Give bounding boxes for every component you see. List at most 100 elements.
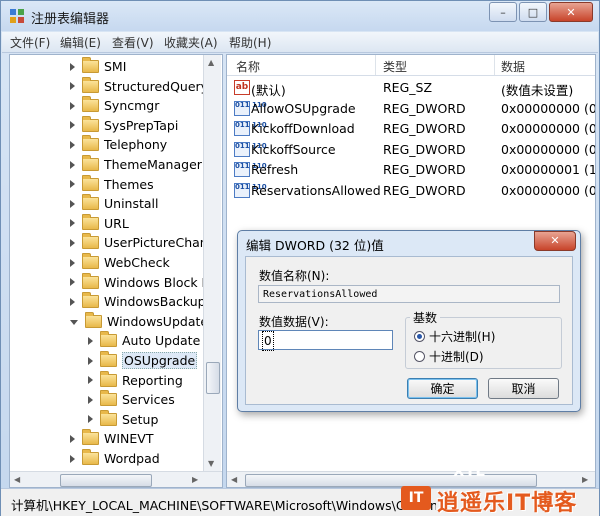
value-row[interactable]: 011 110 AllowOSUpgrade REG_DWORD 0x00000000… — [227, 98, 595, 118]
tree-item-label: URL — [104, 215, 129, 231]
expand-arrow-icon[interactable] — [70, 62, 75, 71]
dword-value-icon: 011 110 — [234, 141, 267, 157]
expand-arrow-icon[interactable] — [70, 101, 75, 110]
dword-value-icon: 011 110 — [234, 183, 267, 198]
value-name: KickoffSource — [251, 141, 336, 157]
tree-item[interactable]: UserPictureChang — [70, 233, 216, 252]
value-data-input[interactable]: 0 — [258, 330, 393, 351]
value-row[interactable]: 011 110 ReservationsAllowed REG_DWORD 0x000… — [227, 180, 595, 200]
scroll-left-icon[interactable]: ◀ — [14, 475, 20, 484]
tree-item[interactable]: Services — [88, 390, 175, 409]
tree-item[interactable]: Telephony — [70, 135, 167, 154]
expand-arrow-icon[interactable] — [70, 121, 75, 130]
tree-item[interactable]: Wordpad — [70, 449, 160, 468]
expand-arrow-icon[interactable] — [88, 415, 93, 424]
scroll-down-icon[interactable]: ▼ — [208, 459, 214, 468]
tree-item-label: Setup — [122, 411, 159, 427]
expand-arrow-icon[interactable] — [70, 297, 75, 306]
folder-icon — [82, 135, 99, 152]
decimal-radio-label: 十进制(D) — [429, 350, 484, 364]
expand-arrow-icon[interactable] — [70, 238, 75, 247]
menu-edit[interactable]: 编辑(E) — [60, 34, 101, 51]
tree-item[interactable]: SMI — [70, 57, 126, 76]
tree-item-label: Windows Block Le — [104, 274, 216, 290]
expand-arrow-icon[interactable] — [70, 82, 75, 91]
expand-arrow-icon[interactable] — [70, 140, 75, 149]
tree-item[interactable]: OSUpgrade — [88, 351, 198, 370]
scroll-left-icon[interactable]: ◀ — [231, 475, 237, 484]
tree-item[interactable]: URL — [70, 213, 129, 233]
dword-value-icon: 011 110 — [234, 121, 267, 137]
expand-arrow-icon[interactable] — [70, 454, 75, 463]
tree-item-label: Telephony — [104, 137, 168, 153]
decimal-radio[interactable]: 十进制(D) — [414, 348, 484, 365]
tree-horizontal-scrollbar[interactable]: ◀ ▶ — [10, 471, 222, 487]
expand-arrow-icon[interactable] — [70, 258, 75, 267]
watermark-text: 逍遥乐IT博客 — [437, 491, 578, 516]
hex-radio[interactable]: 十六进制(H) — [414, 328, 495, 345]
column-name-header[interactable]: 名称 — [236, 58, 260, 75]
expand-arrow-icon[interactable] — [70, 160, 75, 169]
key-tree-pane[interactable]: SMI StructuredQuery Syncmgr SysPrepTapi Tele… — [9, 54, 223, 488]
scroll-up-icon[interactable]: ▲ — [208, 58, 214, 67]
column-data-header[interactable]: 数据 — [501, 58, 525, 75]
dialog-close-button[interactable]: ✕ — [534, 231, 576, 251]
scroll-right-icon[interactable]: ▶ — [192, 475, 198, 484]
menu-favorites[interactable]: 收藏夹(A) — [164, 34, 218, 51]
cancel-button[interactable]: 取消 — [488, 378, 559, 399]
menu-file[interactable]: 文件(F) — [10, 34, 50, 51]
tree-item[interactable]: WebCheck — [70, 253, 170, 272]
radio-checked-icon — [414, 331, 425, 342]
tree-item[interactable]: ThemeManager — [70, 155, 202, 174]
value-row[interactable]: 011 110 KickoffSource REG_DWORD 0x00000000 … — [227, 139, 595, 159]
folder-icon — [82, 272, 99, 289]
column-type-header[interactable]: 类型 — [383, 58, 407, 75]
maximize-button[interactable]: □ — [519, 2, 547, 22]
tree-item[interactable]: SysPrepTapi — [70, 115, 179, 135]
tree-hscroll-thumb[interactable] — [60, 474, 152, 487]
menu-help[interactable]: 帮助(H) — [229, 34, 271, 51]
base-group: 基数 十六进制(H) 十进制(D) — [405, 309, 562, 369]
tree-item-label: ThemeManager — [104, 157, 202, 172]
value-type: REG_DWORD — [383, 162, 466, 178]
tree-item[interactable]: Syncmgr — [70, 96, 159, 115]
value-name: Refresh — [251, 162, 299, 178]
close-button[interactable]: ✕ — [549, 2, 593, 22]
value-data: 0x00000000 (0) — [501, 121, 596, 137]
tree-item-label: WebCheck — [104, 255, 170, 270]
tree-item[interactable]: WindowsUpdate — [70, 311, 208, 331]
expand-arrow-icon[interactable] — [70, 199, 75, 208]
expand-arrow-icon[interactable] — [88, 395, 93, 404]
tree-item[interactable]: WindowsBackup — [70, 292, 206, 311]
tree-item[interactable]: Windows Block Le — [70, 272, 216, 292]
menu-view[interactable]: 查看(V) — [112, 34, 154, 51]
tree-item-label: SysPrepTapi — [104, 117, 179, 133]
minimize-button[interactable]: – — [489, 2, 517, 22]
tree-item[interactable]: Uninstall — [70, 194, 159, 213]
expand-arrow-icon[interactable] — [70, 219, 75, 228]
expand-arrow-icon[interactable] — [88, 376, 93, 385]
expand-arrow-icon[interactable] — [70, 278, 75, 287]
value-data: (数值未设置) — [501, 83, 574, 98]
tree-item[interactable]: WINEVT — [70, 429, 153, 448]
expand-arrow-icon[interactable] — [88, 336, 93, 345]
tree-item[interactable]: Themes — [70, 174, 154, 194]
tree-item[interactable]: StructuredQuery — [70, 76, 208, 96]
menu-bar: 文件(F) 编辑(E) 查看(V) 收藏夹(A) 帮助(H) — [2, 32, 598, 53]
dialog-body: 数值名称(N): ReservationsAllowed 数值数据(V): 0 … — [245, 256, 573, 405]
value-row[interactable]: ab (默认) REG_SZ (数值未设置) — [227, 77, 595, 98]
expand-arrow-icon[interactable] — [70, 434, 75, 443]
expand-arrow-icon[interactable] — [70, 180, 75, 189]
ok-button[interactable]: 确定 — [407, 378, 478, 399]
value-row[interactable]: 011 110 Refresh REG_DWORD 0x00000001 (1) — [227, 159, 595, 179]
tree-item[interactable]: Reporting — [88, 370, 183, 390]
value-data-label: 数值数据(V): — [259, 315, 329, 329]
tree-item[interactable]: Setup — [88, 409, 159, 429]
collapse-arrow-icon[interactable] — [70, 319, 78, 325]
folder-icon — [82, 115, 99, 132]
expand-arrow-icon[interactable] — [88, 356, 93, 365]
tree-vertical-scrollbar[interactable]: ▲ ▼ — [203, 55, 221, 471]
tree-item[interactable]: Auto Update — [88, 331, 200, 350]
tree-scroll-thumb[interactable] — [206, 362, 220, 394]
value-row[interactable]: 011 110 KickoffDownload REG_DWORD 0x0000000… — [227, 118, 595, 138]
